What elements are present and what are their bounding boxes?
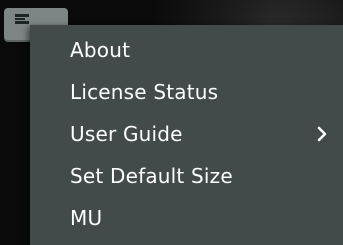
context-menu: About License Status User Guide Set Defa… (30, 25, 343, 245)
menu-item-about[interactable]: About (30, 29, 343, 71)
menu-item-user-guide[interactable]: User Guide (30, 113, 343, 155)
chevron-right-icon (313, 125, 331, 143)
app-background: About License Status User Guide Set Defa… (0, 0, 343, 245)
menu-item-label: About (70, 38, 131, 62)
menu-item-label: License Status (70, 80, 219, 104)
menu-icon (15, 14, 29, 24)
menu-item-set-default-size[interactable]: Set Default Size (30, 155, 343, 197)
menu-item-label: Set Default Size (70, 164, 233, 188)
menu-item-label: User Guide (70, 122, 183, 146)
menu-item-license-status[interactable]: License Status (30, 71, 343, 113)
menu-item-mu[interactable]: MU (30, 197, 343, 239)
menu-item-label: MU (70, 206, 103, 230)
